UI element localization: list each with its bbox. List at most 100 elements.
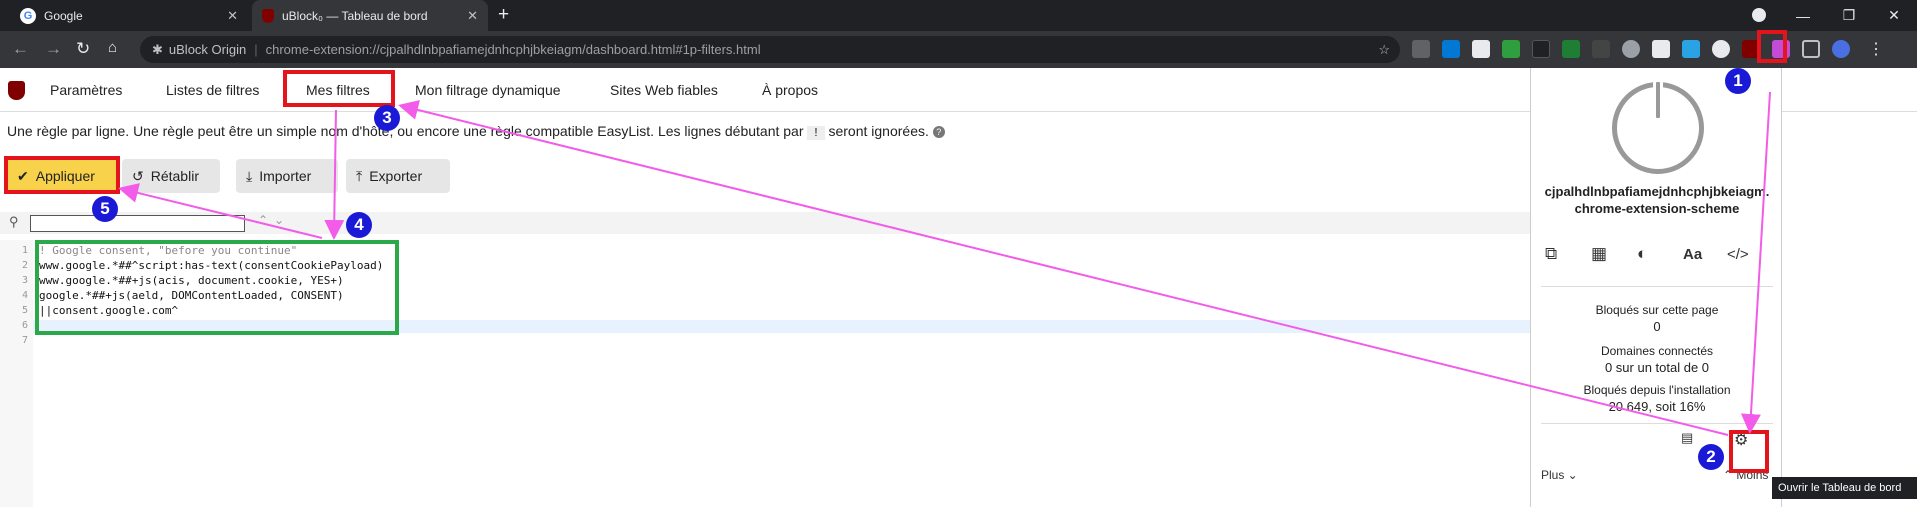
divider (1541, 423, 1773, 424)
revert-label: Rétablir (150, 168, 199, 184)
tab-title: uBlock₀ — Tableau de bord (282, 8, 428, 23)
import-label: Importer (259, 168, 312, 184)
step-badge-4: 4 (346, 212, 372, 238)
line-number: 1 (21, 245, 28, 256)
highlight-ublock-toolbar-icon (1757, 30, 1787, 63)
windows-icon[interactable] (1442, 40, 1460, 58)
description-text: Une règle par ligne. Une règle peut être… (7, 123, 804, 139)
export-label: Exporter (369, 168, 423, 184)
minimize-icon[interactable]: — (1780, 0, 1826, 31)
search-prev-icon[interactable]: ⌃ (258, 213, 268, 227)
extension-icon[interactable] (1622, 40, 1640, 58)
popup-hostname-scheme: chrome-extension-scheme (1574, 201, 1740, 216)
line-number: 7 (21, 335, 28, 346)
more-label: Plus (1541, 468, 1565, 482)
highlight-apply-button (4, 156, 120, 194)
extension-icon[interactable] (1562, 40, 1580, 58)
step-badge-3: 3 (374, 105, 400, 131)
line-number: 4 (21, 290, 28, 301)
blocked-page-label: Bloqués sur cette page (1595, 303, 1719, 317)
highlight-mes-filtres-tab (283, 70, 395, 107)
reload-icon[interactable]: ↻ (76, 39, 90, 59)
step-badge-1: 1 (1725, 68, 1751, 94)
tab-listes-de-filtres[interactable]: Listes de filtres (166, 82, 259, 98)
line-number: 2 (21, 260, 28, 271)
forward-icon[interactable]: → (45, 39, 62, 59)
blocked-install-label: Bloqués depuis l'installation (1583, 383, 1731, 397)
profile-avatar-icon[interactable] (1832, 40, 1850, 58)
media-block-icon[interactable]: ▦ (1591, 244, 1607, 264)
domains-value: 0 sur un total de 0 (1604, 360, 1710, 375)
undo-icon: ↺ (132, 167, 144, 184)
tab-ublock[interactable]: uBlock₀ — Tableau de bord ✕ (252, 0, 488, 31)
step-badge-2: 2 (1698, 444, 1724, 470)
close-window-icon[interactable]: ✕ (1871, 0, 1917, 31)
tab-title: Google (44, 8, 83, 23)
restore-icon[interactable]: ❐ (1826, 0, 1872, 31)
power-switch-icon[interactable] (1612, 79, 1704, 174)
font-toggle-icon[interactable]: Aa (1683, 246, 1702, 263)
star-icon[interactable] (1682, 40, 1700, 58)
shield-icon[interactable] (1502, 40, 1520, 58)
script-toggle-icon[interactable]: </> (1727, 246, 1749, 263)
tab-a-propos[interactable]: À propos (762, 82, 818, 98)
back-icon[interactable]: ← (12, 39, 29, 59)
close-tab-icon[interactable]: ✕ (227, 8, 238, 24)
search-next-icon[interactable]: ⌄ (274, 213, 284, 227)
tab-parametres[interactable]: Paramètres (50, 82, 122, 98)
tab-google[interactable]: G Google ✕ (10, 0, 248, 31)
ublock-logo-icon (8, 81, 25, 100)
extension-icon[interactable] (1532, 40, 1550, 58)
help-icon[interactable]: ? (932, 126, 945, 139)
editor-search-bar: ⚲ ⌃ ⌄ (0, 212, 1530, 234)
search-icon: ⚲ (9, 214, 19, 229)
address-site: uBlock Origin (168, 42, 247, 57)
google-favicon-icon: G (20, 7, 36, 24)
domains-label: Domaines connectés (1600, 344, 1714, 358)
download-icon: ⤓ (246, 167, 253, 184)
description-text: seront ignorées. (828, 123, 929, 139)
import-button[interactable]: ⤓ Importer (236, 159, 338, 193)
tab-search-icon[interactable] (1752, 8, 1766, 22)
bookmark-star-icon[interactable]: ☆ (1378, 42, 1390, 58)
highlight-filter-rules (35, 240, 399, 335)
mail-icon[interactable] (1652, 40, 1670, 58)
extension-icon[interactable] (1412, 40, 1430, 58)
new-tab-icon[interactable]: + (498, 4, 509, 26)
cast-icon[interactable] (1802, 40, 1820, 58)
tab-sites-web-fiables[interactable]: Sites Web fiables (610, 82, 718, 98)
logger-icon[interactable]: ▤ (1681, 430, 1693, 446)
address-bar[interactable]: ✱ uBlock Origin | chrome-extension://cjp… (140, 36, 1400, 63)
blocked-page-value: 0 (1653, 319, 1661, 334)
revert-button[interactable]: ↺ Rétablir (122, 159, 220, 193)
menu-kebab-icon[interactable]: ⋮ (1868, 39, 1884, 59)
highlight-dashboard-button (1729, 430, 1769, 473)
step-badge-5: 5 (92, 196, 118, 222)
dashboard-tooltip: Ouvrir le Tableau de bord (1772, 477, 1917, 499)
line-number: 5 (21, 305, 28, 316)
home-icon[interactable]: ⌂ (108, 39, 117, 56)
popup-hostname: cjpalhdlnbpafiamejdnhcphjbkeiagm. (1544, 184, 1770, 199)
line-number: 3 (21, 275, 28, 286)
address-separator: | (254, 42, 258, 57)
tab-filtrage-dynamique[interactable]: Mon filtrage dynamique (415, 82, 561, 98)
filters-description: Une règle par ligne. Une règle peut être… (7, 123, 945, 140)
cosmetic-filter-icon[interactable]: ◐ (1637, 244, 1647, 264)
more-button[interactable]: Plus ⌄ (1541, 468, 1578, 482)
export-button[interactable]: ⤒ Exporter (346, 159, 450, 193)
extension-icon[interactable] (1712, 40, 1730, 58)
mail-icon[interactable] (1472, 40, 1490, 58)
upload-icon: ⤒ (356, 167, 363, 184)
comment-prefix: ! (807, 126, 825, 140)
extension-icon[interactable] (1592, 40, 1610, 58)
close-tab-icon[interactable]: ✕ (467, 8, 478, 24)
divider (1541, 286, 1773, 287)
extension-puzzle-icon: ✱ (152, 41, 163, 57)
tab-bar: G Google ✕ uBlock₀ — Tableau de bord ✕ +… (0, 0, 1917, 31)
line-number: 6 (21, 320, 28, 331)
element-zapper-icon[interactable]: ⧉ (1545, 244, 1557, 264)
ublock-favicon-icon (262, 8, 274, 23)
search-input[interactable] (30, 215, 245, 232)
browser-toolbar: ← → ↻ ⌂ ✱ uBlock Origin | chrome-extensi… (0, 31, 1917, 68)
address-url: chrome-extension://cjpalhdlnbpafiamejdnh… (265, 42, 761, 57)
